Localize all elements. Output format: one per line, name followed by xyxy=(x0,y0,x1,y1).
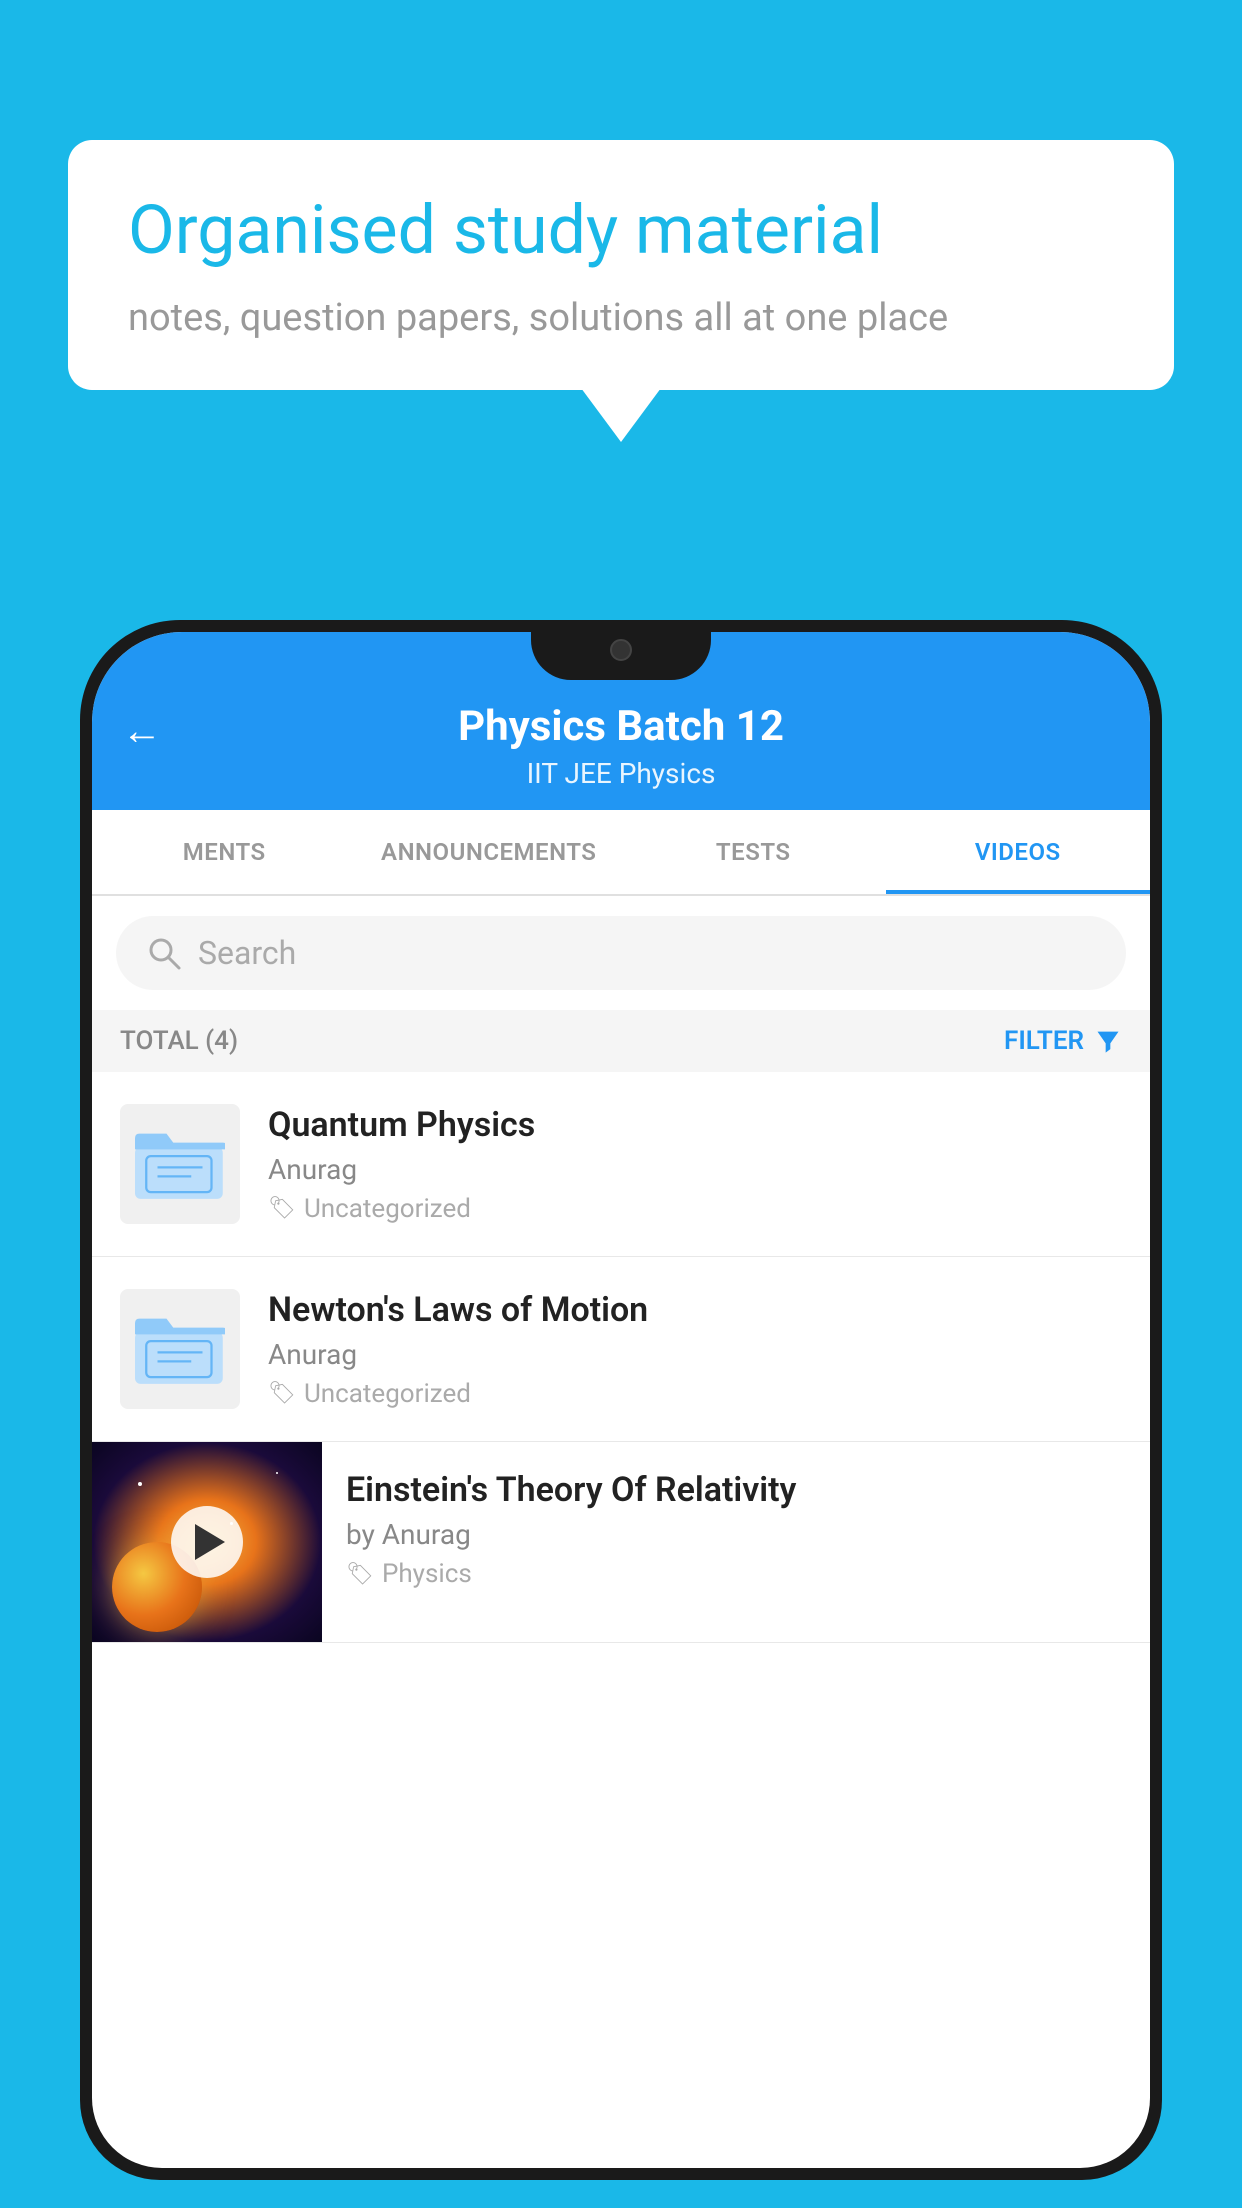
tab-ments[interactable]: MENTS xyxy=(92,810,357,894)
tag-icon-2: 🏷 xyxy=(268,1381,296,1406)
list-item[interactable]: Newton's Laws of Motion Anurag 🏷 Uncateg… xyxy=(92,1257,1150,1442)
filter-button[interactable]: FILTER xyxy=(1004,1026,1122,1056)
speech-bubble-container: Organised study material notes, question… xyxy=(68,140,1174,390)
search-bar[interactable]: Search xyxy=(116,916,1126,990)
video-info-2: Newton's Laws of Motion Anurag 🏷 Uncateg… xyxy=(268,1290,1122,1409)
video-list: Quantum Physics Anurag 🏷 Uncategorized xyxy=(92,1072,1150,1643)
search-input[interactable]: Search xyxy=(198,934,296,972)
list-item[interactable]: Quantum Physics Anurag 🏷 Uncategorized xyxy=(92,1072,1150,1257)
video-author-2: Anurag xyxy=(268,1338,1122,1371)
folder-thumbnail-2 xyxy=(120,1289,240,1409)
video-author-1: Anurag xyxy=(268,1153,1122,1186)
phone-outer: 14:29 xyxy=(80,620,1162,2180)
tag-label-3: Physics xyxy=(382,1559,472,1589)
back-button[interactable]: ← xyxy=(122,707,162,754)
tag-icon-1: 🏷 xyxy=(268,1196,296,1221)
play-overlay xyxy=(92,1442,322,1642)
tab-tests[interactable]: TESTS xyxy=(621,810,886,894)
video-title-3: Einstein's Theory Of Relativity xyxy=(346,1470,1126,1510)
folder-thumbnail-1 xyxy=(120,1104,240,1224)
search-container: Search xyxy=(92,896,1150,1010)
search-icon xyxy=(146,935,182,971)
phone-screen: ← Physics Batch 12 IIT JEE Physics MENTS… xyxy=(92,632,1150,2168)
folder-icon-1 xyxy=(135,1119,225,1209)
video-info-3: Einstein's Theory Of Relativity by Anura… xyxy=(322,1442,1150,1617)
video-title-1: Quantum Physics xyxy=(268,1105,1122,1145)
camera xyxy=(610,639,632,661)
filter-icon xyxy=(1094,1027,1122,1055)
phone-notch xyxy=(531,620,711,680)
play-button[interactable] xyxy=(171,1506,243,1578)
list-item[interactable]: Einstein's Theory Of Relativity by Anura… xyxy=(92,1442,1150,1643)
tab-announcements[interactable]: ANNOUNCEMENTS xyxy=(357,810,622,894)
play-triangle xyxy=(195,1524,225,1560)
filter-bar: TOTAL (4) FILTER xyxy=(92,1010,1150,1072)
filter-label: FILTER xyxy=(1004,1026,1084,1056)
tag-label-2: Uncategorized xyxy=(304,1379,471,1409)
video-tag-1: 🏷 Uncategorized xyxy=(268,1194,1122,1224)
video-info-1: Quantum Physics Anurag 🏷 Uncategorized xyxy=(268,1105,1122,1224)
phone-frame: 14:29 xyxy=(80,620,1162,2208)
tag-label-1: Uncategorized xyxy=(304,1194,471,1224)
speech-bubble-title: Organised study material xyxy=(128,190,1114,272)
video-title-2: Newton's Laws of Motion xyxy=(268,1290,1122,1330)
speech-bubble: Organised study material notes, question… xyxy=(68,140,1174,390)
speech-bubble-subtitle: notes, question papers, solutions all at… xyxy=(128,296,1114,340)
folder-icon-2 xyxy=(135,1304,225,1394)
tabs-container: MENTS ANNOUNCEMENTS TESTS VIDEOS xyxy=(92,810,1150,896)
video-tag-3: 🏷 Physics xyxy=(346,1559,1126,1589)
tag-icon-3: 🏷 xyxy=(346,1562,374,1587)
header-title: Physics Batch 12 xyxy=(132,702,1110,751)
total-count: TOTAL (4) xyxy=(120,1026,238,1056)
einstein-thumbnail xyxy=(92,1442,322,1642)
video-tag-2: 🏷 Uncategorized xyxy=(268,1379,1122,1409)
video-author-3: by Anurag xyxy=(346,1518,1126,1551)
header-subtitle: IIT JEE Physics xyxy=(132,757,1110,790)
tab-videos[interactable]: VIDEOS xyxy=(886,810,1151,894)
